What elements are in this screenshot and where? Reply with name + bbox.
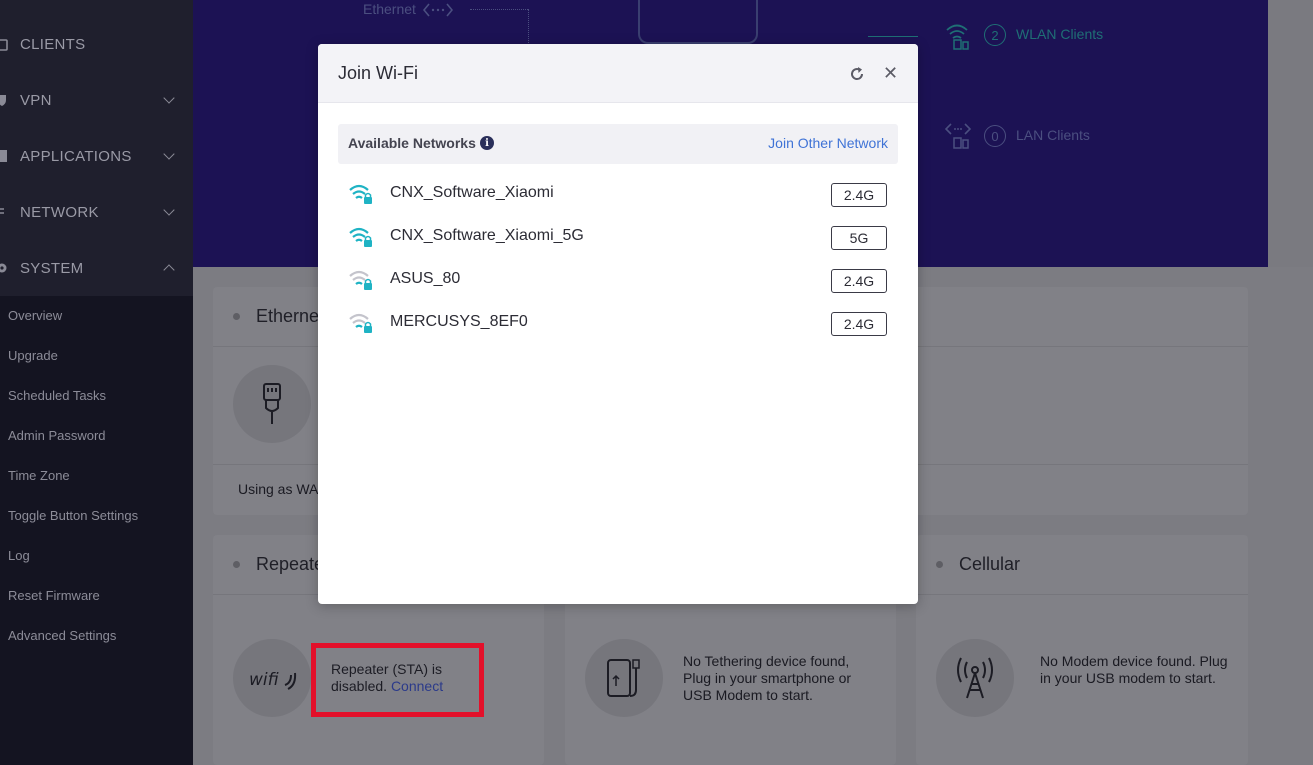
info-icon[interactable]: i xyxy=(480,136,494,150)
clients-icon xyxy=(0,35,12,53)
sidebar-item-system[interactable]: SYSTEM xyxy=(0,240,193,296)
card-header: Cellular xyxy=(916,535,1248,595)
network-row[interactable]: ASUS_80 2.4G xyxy=(338,260,898,300)
ethernet-card-title: Ethernet xyxy=(256,306,325,326)
wifi-locked-icon xyxy=(348,269,374,291)
band-badge: 5G xyxy=(831,226,887,250)
wlan-client-icon xyxy=(945,22,971,55)
tethering-status-text: No Tethering device found, Plug in your … xyxy=(683,653,852,703)
applications-icon xyxy=(0,147,12,165)
wifi-repeater-icon: wifi xyxy=(233,639,311,717)
band-badge: 2.4G xyxy=(831,183,887,207)
ethernet-plug-icon xyxy=(233,365,311,443)
cellular-card: Cellular No Modem device found. Plug in … xyxy=(916,535,1248,765)
topology-connector xyxy=(868,36,918,37)
ethernet-status-text: Using as WAN xyxy=(238,481,329,497)
sidebar-item-label: APPLICATIONS xyxy=(20,147,132,165)
submenu-item-toggle-button-settings[interactable]: Toggle Button Settings xyxy=(8,508,138,523)
sidebar-item-label: SYSTEM xyxy=(20,259,84,277)
refresh-icon[interactable] xyxy=(848,65,866,83)
modal-header: Join Wi-Fi ✕ xyxy=(318,44,918,103)
join-wifi-modal: Join Wi-Fi ✕ Available Networks i Join O… xyxy=(318,44,918,604)
connect-link[interactable]: Connect xyxy=(391,678,443,694)
sidebar-item-label: VPN xyxy=(20,91,52,109)
sidebar-item-clients[interactable]: CLIENTS xyxy=(0,16,193,72)
router-illustration xyxy=(638,0,758,44)
network-ssid: CNX_Software_Xiaomi_5G xyxy=(390,227,584,244)
network-row[interactable]: CNX_Software_Xiaomi_5G 5G xyxy=(338,217,898,257)
status-dot xyxy=(233,313,240,320)
wlan-clients-label[interactable]: WLAN Clients xyxy=(1016,26,1103,42)
sidebar-item-network[interactable]: NETWORK xyxy=(0,184,193,240)
sidebar: CLIENTS VPN APPLICATIONS NETWORK SYSTEM … xyxy=(0,0,193,765)
submenu-item-log[interactable]: Log xyxy=(8,548,30,563)
submenu-item-scheduled-tasks[interactable]: Scheduled Tasks xyxy=(8,388,106,403)
chevron-down-icon xyxy=(163,204,175,216)
lan-clients-label[interactable]: LAN Clients xyxy=(1016,127,1090,143)
network-row[interactable]: CNX_Software_Xiaomi 2.4G xyxy=(338,174,898,214)
join-other-network-link[interactable]: Join Other Network xyxy=(768,135,888,151)
lan-clients-count: 0 xyxy=(984,125,1006,147)
chevron-down-icon xyxy=(163,92,175,104)
available-networks-title: Available Networks xyxy=(348,135,476,151)
network-icon xyxy=(0,203,12,221)
wifi-locked-icon xyxy=(348,312,374,334)
ethernet-topology-label: Ethernet xyxy=(363,1,416,17)
status-dot xyxy=(936,561,943,568)
wifi-locked-icon xyxy=(348,226,374,248)
svg-text:wifi: wifi xyxy=(249,670,279,690)
cellular-card-title: Cellular xyxy=(959,554,1021,574)
sidebar-item-label: NETWORK xyxy=(20,203,99,221)
repeater-status: Repeater (STA) is disabled. Connect xyxy=(331,661,471,695)
status-dot xyxy=(233,561,240,568)
submenu-item-upgrade[interactable]: Upgrade xyxy=(8,348,58,363)
cellular-status-text: No Modem device found. Plug in your USB … xyxy=(1040,653,1228,686)
band-badge: 2.4G xyxy=(831,269,887,293)
band-badge: 2.4G xyxy=(831,312,887,336)
modal-title: Join Wi-Fi xyxy=(338,63,418,83)
sidebar-top: CLIENTS VPN APPLICATIONS NETWORK SYSTEM xyxy=(0,0,193,296)
chevron-up-icon xyxy=(163,264,175,276)
sidebar-item-applications[interactable]: APPLICATIONS xyxy=(0,128,193,184)
network-ssid: ASUS_80 xyxy=(390,270,461,287)
ethernet-link-icon xyxy=(422,2,454,23)
submenu-item-reset-firmware[interactable]: Reset Firmware xyxy=(8,588,100,603)
phone-usb-icon xyxy=(585,639,663,717)
chevron-down-icon xyxy=(163,148,175,160)
network-ssid: MERCUSYS_8EF0 xyxy=(390,313,528,330)
network-ssid: CNX_Software_Xiaomi xyxy=(390,184,554,201)
available-networks-bar: Available Networks i Join Other Network xyxy=(338,124,898,164)
submenu-item-overview[interactable]: Overview xyxy=(8,308,62,323)
sidebar-item-label: CLIENTS xyxy=(20,35,86,53)
submenu-item-time-zone[interactable]: Time Zone xyxy=(8,468,70,483)
network-row[interactable]: MERCUSYS_8EF0 2.4G xyxy=(338,303,898,343)
cell-tower-icon xyxy=(936,639,1014,717)
sidebar-item-vpn[interactable]: VPN xyxy=(0,72,193,128)
topology-connector xyxy=(528,9,529,49)
submenu-item-admin-password[interactable]: Admin Password xyxy=(8,428,106,443)
lan-client-icon xyxy=(944,122,972,155)
topology-connector xyxy=(470,9,528,10)
system-submenu: Overview Upgrade Scheduled Tasks Admin P… xyxy=(0,296,193,765)
wifi-locked-icon xyxy=(348,183,374,205)
wlan-clients-count: 2 xyxy=(984,24,1006,46)
submenu-item-advanced-settings[interactable]: Advanced Settings xyxy=(8,628,116,643)
close-icon[interactable]: ✕ xyxy=(883,64,899,82)
shield-icon xyxy=(0,91,12,109)
gear-icon xyxy=(0,259,12,277)
